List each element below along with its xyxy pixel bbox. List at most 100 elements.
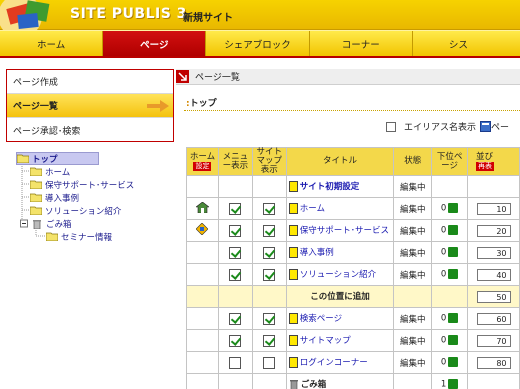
tree-root[interactable]: トップ	[16, 152, 99, 165]
order-input[interactable]: 80	[476, 356, 511, 369]
order-cell: 70	[467, 329, 520, 352]
collapse-icon[interactable]	[20, 219, 28, 228]
table-row: 保守サポート･サービス 編集中 0 20	[186, 219, 520, 242]
lower-count: 1	[440, 379, 447, 389]
home-settings-button[interactable]: 設定	[193, 161, 212, 171]
menu-visible-cell	[217, 263, 253, 286]
page-edit-icon[interactable]	[288, 313, 298, 324]
page-icon[interactable]	[480, 121, 492, 132]
menu-item-page-list[interactable]: ページ一覧	[7, 94, 173, 118]
menu-visible-checkbox[interactable]	[229, 202, 242, 215]
menu-item-create-page[interactable]: ページ作成	[7, 70, 173, 94]
page-edit-icon[interactable]	[288, 181, 298, 192]
tree-node-home[interactable]: ホーム	[29, 165, 70, 178]
menu-visible-checkbox[interactable]	[229, 312, 242, 325]
home-cell	[186, 175, 219, 198]
menu-visible-checkbox[interactable]	[229, 224, 242, 237]
sitemap-visible-checkbox[interactable]	[263, 202, 276, 215]
sitemap-visible-checkbox[interactable]	[263, 224, 276, 237]
sitemap-visible-cell	[251, 285, 287, 308]
tab-system[interactable]: シス	[413, 31, 520, 56]
order-input[interactable]: 20	[476, 224, 511, 237]
open-subpages-icon[interactable]	[448, 203, 459, 214]
tree-node-seminar[interactable]: セミナー情報	[45, 230, 112, 243]
sitemap-visible-checkbox[interactable]	[263, 356, 276, 369]
table-row: ソリューション紹介 編集中 0 40	[186, 263, 520, 286]
house-icon[interactable]	[195, 201, 210, 213]
status-cell	[393, 285, 433, 308]
page-edit-icon[interactable]	[288, 357, 298, 368]
sitemap-visible-cell	[251, 263, 287, 286]
menu-item-approve-search[interactable]: ページ承認･検索	[7, 118, 173, 142]
trash-icon	[31, 219, 43, 230]
order-input[interactable]: 30	[476, 246, 511, 259]
open-subpages-icon[interactable]	[448, 225, 459, 236]
tree-node-trash[interactable]: ごみ箱	[20, 217, 72, 230]
tree-node-label: ソリューション紹介	[45, 206, 122, 217]
page-title-link[interactable]: ログインコーナー	[300, 358, 368, 368]
page-edit-icon[interactable]	[288, 247, 298, 258]
status-text: 編集中	[399, 270, 426, 281]
open-subpages-icon[interactable]	[448, 269, 459, 280]
menu-visible-checkbox[interactable]	[229, 246, 242, 259]
order-input[interactable]: 70	[476, 334, 511, 347]
open-subpages-icon[interactable]	[448, 357, 459, 368]
order-input[interactable]: 60	[476, 312, 511, 325]
sitemap-visible-checkbox[interactable]	[263, 246, 276, 259]
order-cell: 30	[467, 241, 520, 264]
table-row: サイトマップ 編集中 0 70	[186, 329, 520, 352]
order-input[interactable]: 40	[476, 268, 511, 281]
page-title-link[interactable]: ソリューション紹介	[300, 270, 376, 280]
tree-node-solutions[interactable]: ソリューション紹介	[29, 204, 122, 217]
order-input[interactable]: 10	[476, 202, 511, 215]
open-subpages-icon[interactable]	[448, 313, 459, 324]
table-row: ログインコーナー 編集中 0 80	[186, 351, 520, 374]
order-input[interactable]: 50	[476, 290, 511, 303]
tree-node-support[interactable]: 保守サポート･サービス	[29, 178, 134, 191]
alias-label: エイリアス名表示	[404, 123, 477, 133]
table-header-row: ホーム 設定 メニュー表示 サイトマップ表示 タイトル 状態 下位ページ 並び …	[186, 147, 520, 176]
menu-visible-checkbox[interactable]	[229, 356, 242, 369]
menu-visible-cell	[217, 219, 253, 242]
open-subpages-icon[interactable]	[448, 247, 459, 258]
page-title-link[interactable]: サイトマップ	[300, 336, 351, 346]
col-menu: メニュー表示	[217, 147, 253, 176]
tree-node-cases[interactable]: 導入事例	[29, 191, 79, 204]
home-cell	[186, 307, 219, 330]
page-edit-icon[interactable]	[288, 335, 298, 346]
page-edit-icon[interactable]	[288, 225, 298, 236]
page-title-link[interactable]: 導入事例	[300, 248, 334, 258]
reorder-button[interactable]: 再表	[476, 161, 495, 171]
menu-visible-checkbox[interactable]	[229, 268, 242, 281]
tab-corner[interactable]: コーナー	[310, 31, 413, 56]
page-title-link[interactable]: 保守サポート･サービス	[300, 226, 389, 236]
menu-visible-checkbox[interactable]	[229, 334, 242, 347]
alias-checkbox[interactable]	[386, 121, 396, 132]
page-title-link[interactable]: ごみ箱	[301, 380, 327, 389]
page-title-link[interactable]: ホーム	[300, 204, 325, 214]
page-title-link[interactable]: 検索ページ	[300, 314, 342, 324]
alias-toggle[interactable]: エイリアス名表示 ペー	[386, 120, 509, 133]
title-cell: ソリューション紹介	[285, 263, 395, 286]
page-title-link[interactable]: サイト初期設定	[300, 182, 360, 192]
home-cell	[186, 285, 219, 308]
status-cell: 編集中	[393, 219, 433, 242]
title-cell: サイトマップ	[285, 329, 395, 352]
status-text: 編集中	[399, 336, 426, 347]
arrow-right-icon	[147, 100, 169, 112]
diamond-icon[interactable]	[196, 222, 209, 236]
add-here-label[interactable]: この位置に追加	[310, 292, 370, 302]
status-cell: 編集中	[393, 329, 433, 352]
sitemap-visible-checkbox[interactable]	[263, 312, 276, 325]
tab-home[interactable]: ホーム	[0, 31, 104, 56]
page-edit-icon[interactable]	[288, 269, 298, 280]
menu-visible-cell	[217, 175, 253, 198]
sitemap-visible-checkbox[interactable]	[263, 334, 276, 347]
tab-page[interactable]: ページ	[103, 31, 207, 56]
open-subpages-icon[interactable]	[448, 335, 459, 346]
open-subpages-icon[interactable]	[448, 379, 459, 389]
title-cell: 導入事例	[285, 241, 395, 264]
tab-share-block[interactable]: シェアブロック	[206, 31, 310, 56]
sitemap-visible-checkbox[interactable]	[263, 268, 276, 281]
page-edit-icon[interactable]	[288, 203, 298, 214]
